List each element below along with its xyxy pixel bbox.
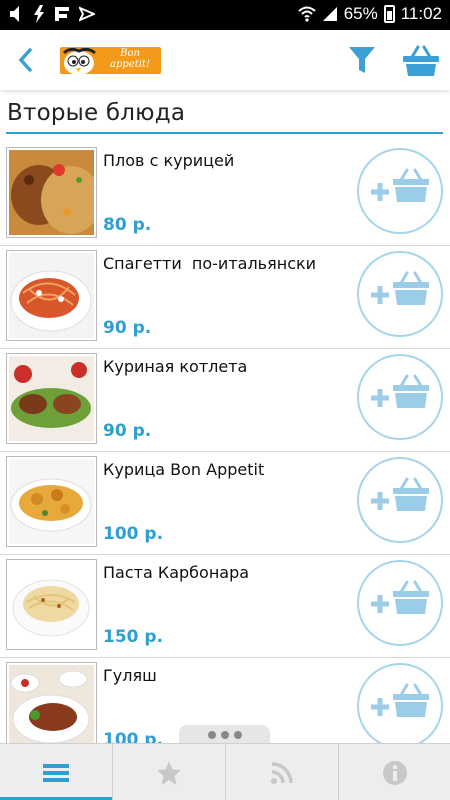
status-bar: 65% 11:02 [0, 0, 450, 30]
notification-icons [8, 5, 95, 23]
more-button[interactable] [179, 725, 270, 745]
signal-icon [322, 7, 337, 21]
add-to-basket-icon [371, 580, 429, 614]
send-icon [79, 6, 95, 22]
dish-name: Спагетти по-итальянски [103, 254, 317, 273]
section-title: Вторые блюда [7, 100, 186, 126]
dish-price: 100 р. [103, 524, 164, 544]
add-to-basket-icon [371, 271, 429, 305]
add-to-cart-button[interactable] [357, 148, 443, 234]
add-to-cart-button[interactable] [357, 354, 443, 440]
star-icon [156, 760, 181, 785]
clock: 11:02 [400, 4, 442, 23]
menu-icon [43, 763, 69, 782]
add-to-cart-button[interactable] [357, 251, 443, 337]
list-item[interactable]: Спагетти по-итальянски 90 р. [0, 246, 450, 349]
info-icon [382, 760, 407, 785]
dish-list[interactable]: Плов с курицей 80 р. Спагетти по-итальян… [0, 143, 450, 761]
dish-photo [6, 456, 97, 547]
add-to-basket-icon [371, 168, 429, 202]
list-item[interactable]: Паста Карбонара 150 р. [0, 555, 450, 658]
battery-icon [383, 5, 395, 23]
dish-name: Гуляш [103, 666, 157, 685]
tab-info[interactable] [338, 744, 450, 800]
system-status: 65% 11:02 [298, 4, 442, 24]
app-notification-icon [55, 7, 69, 21]
dish-photo [6, 353, 97, 444]
list-item[interactable]: Плов с курицей 80 р. [0, 143, 450, 246]
dish-price: 150 р. [103, 627, 164, 647]
app-logo: Bon appetit! [60, 47, 161, 74]
basket-icon [403, 45, 439, 76]
section-divider [6, 132, 443, 134]
list-item[interactable]: Куриная котлета 90 р. [0, 349, 450, 452]
filter-button[interactable] [348, 45, 376, 75]
dish-photo [6, 147, 97, 238]
add-to-cart-button[interactable] [357, 663, 443, 749]
dish-name: Плов с курицей [103, 151, 235, 170]
dish-name: Курица Bon Appetit [103, 460, 265, 479]
tab-favorites[interactable] [112, 744, 224, 800]
tab-menu[interactable] [0, 744, 112, 800]
dish-price: 80 р. [103, 215, 152, 235]
flash-icon [34, 5, 44, 23]
tab-news[interactable] [225, 744, 337, 800]
add-to-basket-icon [371, 477, 429, 511]
dish-price: 90 р. [103, 318, 152, 338]
list-item[interactable]: Курица Bon Appetit 100 р. [0, 452, 450, 555]
dish-name: Паста Карбонара [103, 563, 250, 582]
dish-photo [6, 662, 97, 753]
action-bar: Bon appetit! [0, 30, 450, 90]
add-to-basket-icon [371, 374, 429, 408]
bottom-nav [0, 743, 450, 800]
dish-name: Куриная котлета [103, 357, 248, 376]
back-button[interactable] [14, 44, 40, 76]
add-to-cart-button[interactable] [357, 560, 443, 646]
filter-icon [349, 47, 375, 73]
add-to-basket-icon [371, 683, 429, 717]
chevron-left-icon [18, 48, 32, 72]
sound-icon [10, 6, 19, 22]
dish-photo [6, 559, 97, 650]
cart-button[interactable] [402, 45, 440, 77]
add-to-cart-button[interactable] [357, 457, 443, 543]
more-dots-icon [179, 731, 270, 739]
logo-text: Bon appetit! [110, 48, 150, 70]
wifi-icon [298, 6, 316, 22]
dish-photo [6, 250, 97, 341]
rss-icon [270, 761, 293, 784]
battery-percent: 65% [343, 4, 378, 23]
dish-price: 90 р. [103, 421, 152, 441]
penguin-mascot [62, 47, 96, 74]
